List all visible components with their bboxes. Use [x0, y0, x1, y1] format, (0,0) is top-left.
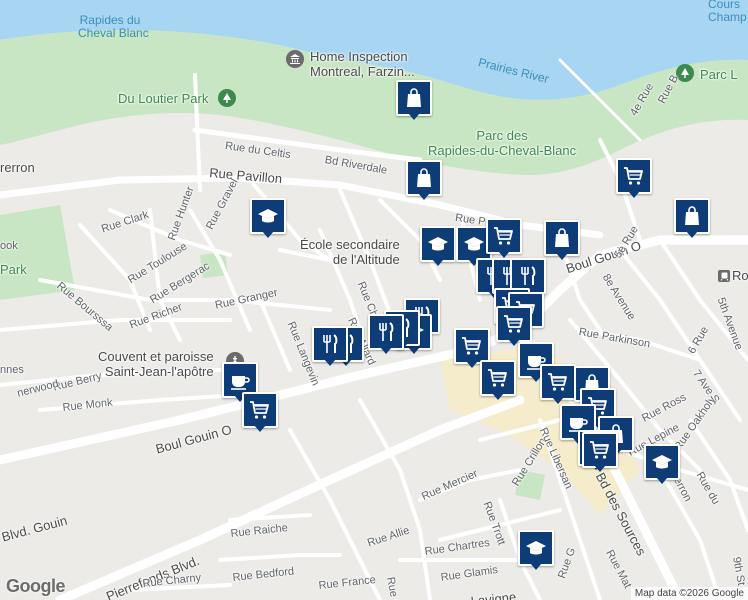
- landmark-pin[interactable]: [286, 50, 304, 68]
- poi-marker-school[interactable]: [420, 226, 456, 266]
- place-label-roxboro: Roxboro-Pierrefo: [732, 268, 748, 283]
- fork-knife-icon: [318, 332, 342, 356]
- poi-marker-cart[interactable]: [486, 218, 522, 258]
- poi-marker-shopping-bag[interactable]: [396, 80, 432, 120]
- place-label-cours: Cours Champ: [708, 0, 747, 24]
- poi-marker-school[interactable]: [518, 530, 554, 570]
- map-canvas[interactable]: Rapides du Cheval Blanc Prairies River Co…: [0, 0, 748, 600]
- shopping-cart-icon: [546, 370, 570, 394]
- place-label-couvent: Couvent et paroisse Saint-Jean-l'apôtre: [98, 349, 214, 379]
- map-attribution[interactable]: Map data ©2026 Google: [630, 587, 748, 600]
- poi-marker-restaurant[interactable]: [312, 326, 348, 366]
- poi-marker-cart[interactable]: [242, 392, 278, 432]
- place-label-park: Park: [0, 262, 27, 277]
- poi-marker-cart[interactable]: [616, 158, 652, 198]
- place-label-ecole-altitude: École secondaire de l'Altitude: [300, 237, 400, 267]
- shopping-bag-icon: [412, 166, 436, 190]
- fork-knife-icon: [516, 264, 540, 288]
- place-label-home-inspection: Home Inspection Montreal, Farzin...: [310, 49, 415, 79]
- park-pin[interactable]: [218, 89, 236, 107]
- place-label-parc-rapides: Parc des Rapides-du-Cheval-Blanc: [428, 128, 577, 158]
- train-icon: [720, 272, 728, 281]
- poi-marker-cart[interactable]: [496, 306, 532, 346]
- graduation-cap-icon: [462, 232, 486, 256]
- coffee-cup-icon: [228, 368, 252, 392]
- fork-knife-icon: [374, 320, 398, 344]
- shopping-cart-icon: [486, 366, 510, 390]
- street-label: nnes: [0, 364, 24, 376]
- place-label-rapides: Rapides du Cheval Blanc: [78, 13, 149, 40]
- shopping-cart-icon: [460, 334, 484, 358]
- graduation-cap-icon: [256, 204, 280, 228]
- poi-marker-shopping-bag[interactable]: [544, 220, 580, 260]
- poi-marker-shopping-bag[interactable]: [406, 160, 442, 200]
- poi-marker-school[interactable]: [644, 444, 680, 484]
- tree-icon: [223, 93, 231, 103]
- shopping-cart-icon: [492, 224, 516, 248]
- street-label: rerron: [0, 160, 35, 175]
- shopping-cart-icon: [622, 164, 646, 188]
- graduation-cap-icon: [426, 232, 450, 256]
- place-label-parc-l: Parc L: [700, 67, 738, 82]
- shopping-bag-icon: [402, 86, 426, 110]
- poi-marker-cart[interactable]: [582, 432, 618, 472]
- street-label: ook: [0, 240, 18, 252]
- shopping-cart-icon: [248, 398, 272, 422]
- shopping-bag-icon: [680, 204, 704, 228]
- graduation-cap-icon: [524, 536, 548, 560]
- google-logo: Google: [6, 576, 66, 596]
- place-label-du-loutier-park: Du Loutier Park: [118, 91, 209, 106]
- bank-icon: [290, 54, 300, 64]
- poi-marker-cart[interactable]: [480, 360, 516, 400]
- poi-marker-restaurant[interactable]: [368, 314, 404, 354]
- poi-marker-shopping-bag[interactable]: [674, 198, 710, 238]
- poi-marker-school[interactable]: [250, 198, 286, 238]
- poi-marker-cart[interactable]: [540, 364, 576, 404]
- graduation-cap-icon: [650, 450, 674, 474]
- shopping-cart-icon: [502, 312, 526, 336]
- shopping-cart-icon: [588, 438, 612, 462]
- transit-pin[interactable]: [718, 270, 730, 282]
- shopping-bag-icon: [550, 226, 574, 250]
